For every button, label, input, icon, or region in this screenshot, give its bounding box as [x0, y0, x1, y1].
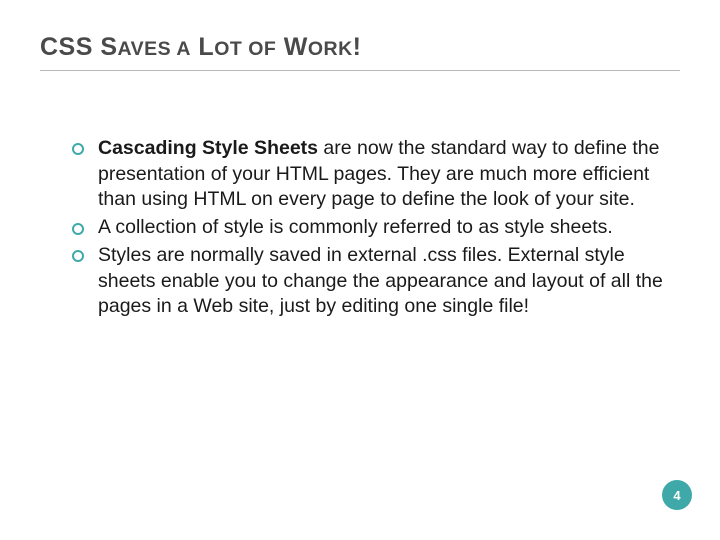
page-number-badge: 4: [662, 480, 692, 510]
page-number: 4: [673, 488, 680, 503]
title-block: CSS SAVES A LOT OF WORK!: [40, 34, 680, 71]
title-word: CSS: [40, 33, 93, 61]
title-word: ORK: [308, 38, 353, 60]
slide: CSS SAVES A LOT OF WORK! Cascading Style…: [8, 8, 712, 532]
bullet-text: A collection of style is commonly referr…: [98, 216, 613, 238]
list-item: A collection of style is commonly referr…: [68, 215, 664, 241]
title-word: OT: [214, 38, 242, 60]
bullet-text: Styles are normally saved in external .c…: [98, 244, 663, 317]
title-word: L: [191, 33, 214, 61]
bullet-lead: Cascading Style Sheets: [98, 137, 318, 159]
title-word: A: [171, 38, 191, 60]
bullet-list: Cascading Style Sheets are now the stand…: [68, 136, 664, 320]
title-word: OF: [242, 38, 276, 60]
title-word: !: [353, 33, 362, 61]
list-item: Styles are normally saved in external .c…: [68, 243, 664, 320]
title-word: W: [276, 33, 308, 61]
title-word: S: [93, 33, 118, 61]
list-item: Cascading Style Sheets are now the stand…: [68, 136, 664, 213]
title-divider: [40, 70, 680, 71]
slide-body: Cascading Style Sheets are now the stand…: [68, 136, 664, 322]
title-word: AVES: [118, 38, 172, 60]
slide-title: CSS SAVES A LOT OF WORK!: [40, 34, 680, 62]
